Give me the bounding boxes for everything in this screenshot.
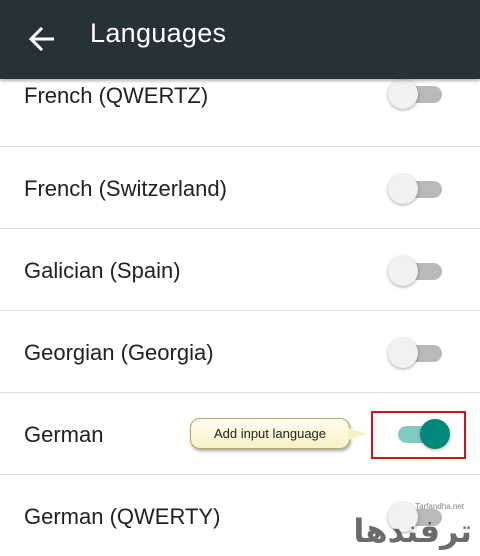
watermark-url: Tarfandha.net [415,502,464,511]
watermark-logo: Tarfandha.net ترفندها [353,502,472,550]
language-label: German [24,422,104,447]
callout-tooltip: Add input language [190,418,368,449]
language-toggle[interactable] [388,79,444,109]
language-toggle[interactable] [388,174,444,204]
language-row-galician-spain[interactable]: Galician (Spain) [0,229,480,311]
language-label: French (QWERTZ) [24,83,209,108]
language-list: French (QWERTZ) French (Switzerland) Gal… [0,79,480,556]
callout-text: Add input language [213,426,327,441]
language-row-french-switzerland[interactable]: French (Switzerland) [0,147,480,229]
language-label: Georgian (Georgia) [24,340,214,365]
toggle-thumb [388,79,418,109]
toggle-thumb [388,174,418,204]
callout-pointer [348,428,368,440]
language-label: French (Switzerland) [24,176,227,201]
page-title: Languages [90,18,227,48]
language-label: German (QWERTY) [24,504,221,529]
app-bar: Languages [0,0,480,79]
watermark-text: ترفندها [353,512,472,550]
language-toggle[interactable] [388,338,444,368]
toggle-thumb [388,338,418,368]
language-row-french-qwertz[interactable]: French (QWERTZ) [0,79,480,147]
language-label: Galician (Spain) [24,258,181,283]
highlight-box [371,411,466,459]
toggle-thumb [388,256,418,286]
language-toggle[interactable] [388,256,444,286]
arrow-back-icon [28,27,54,51]
language-row-georgian-georgia[interactable]: Georgian (Georgia) [0,311,480,393]
back-button[interactable] [16,16,66,62]
